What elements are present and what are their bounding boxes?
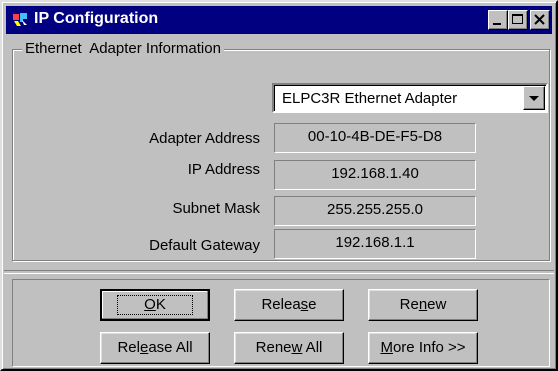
renew-all-button-label: Renew All	[255, 339, 323, 356]
subnet-mask-value: 255.255.255.0	[274, 196, 476, 226]
close-icon	[534, 14, 545, 25]
adapter-address-value: 00-10-4B-DE-F5-D8	[274, 123, 476, 153]
minimize-button[interactable]	[488, 10, 508, 30]
renew-button[interactable]: Renew	[368, 289, 478, 321]
more-info-button[interactable]: More Info >>	[368, 332, 478, 364]
adapter-select-dropdown-button[interactable]	[523, 86, 545, 110]
separator	[4, 270, 554, 274]
title-bar[interactable]: IP Configuration	[6, 6, 552, 34]
ip-address-value: 192.168.1.40	[274, 160, 476, 190]
chevron-down-icon	[529, 96, 539, 101]
ok-button-label: OK	[117, 295, 193, 315]
network-config-icon[interactable]	[10, 10, 30, 30]
default-gateway-label: Default Gateway	[149, 237, 260, 254]
ip-address-label: IP Address	[187, 161, 260, 178]
adapter-address-label: Adapter Address	[149, 130, 260, 147]
more-info-button-label: More Info >>	[380, 339, 466, 356]
window-title: IP Configuration	[34, 10, 159, 27]
release-all-button[interactable]: Release All	[100, 332, 210, 364]
ok-button[interactable]: OK	[100, 289, 210, 321]
minimize-icon	[493, 23, 501, 25]
subnet-mask-label: Subnet Mask	[172, 200, 260, 217]
renew-button-label: Renew	[399, 296, 447, 313]
release-button-label: Release	[261, 296, 317, 313]
maximize-icon	[512, 14, 523, 24]
adapter-select[interactable]: ELPC3R Ethernet Adapter	[272, 83, 548, 113]
maximize-button[interactable]	[508, 10, 528, 30]
close-button[interactable]	[530, 10, 550, 30]
adapter-info-group-label: Ethernet Adapter Information	[22, 40, 224, 57]
default-gateway-value: 192.168.1.1	[274, 229, 476, 259]
renew-all-button[interactable]: Renew All	[234, 332, 344, 364]
ip-configuration-window: IP Configuration Ethernet Adapter Inform…	[0, 0, 558, 371]
release-all-button-label: Release All	[117, 339, 193, 356]
release-button[interactable]: Release	[234, 289, 344, 321]
adapter-select-value: ELPC3R Ethernet Adapter	[282, 90, 458, 107]
